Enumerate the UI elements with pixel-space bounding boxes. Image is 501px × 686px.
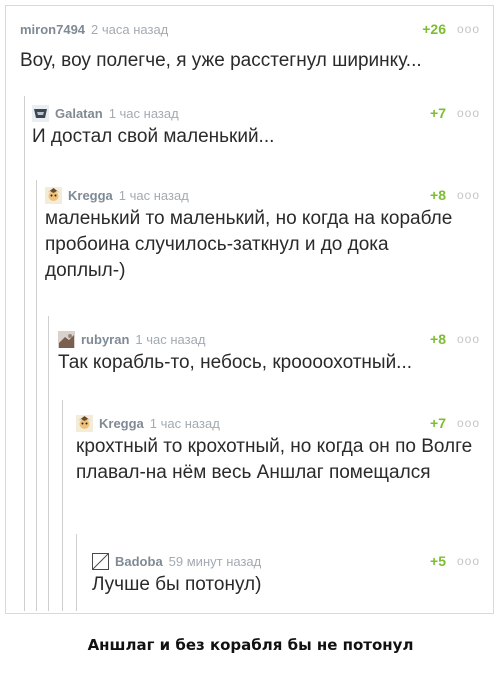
comment-menu-icon[interactable]: ooo <box>457 188 480 202</box>
comment-author[interactable]: Galatan <box>55 106 103 121</box>
comment-text: Так корабль-то, небось, кроооохотный... <box>58 352 413 373</box>
comment-author[interactable]: Kregga <box>99 416 144 431</box>
comment-menu-icon[interactable]: ooo <box>457 22 480 36</box>
comment-menu-icon[interactable]: ooo <box>457 106 480 120</box>
thread-line <box>48 316 49 611</box>
comment-time[interactable]: 1 час назад <box>150 416 220 431</box>
comment-6: Badoba 59 минут назад +5 ooo Лучше бы по… <box>92 550 480 610</box>
comment-score: +7 <box>430 415 446 431</box>
thread-line <box>76 534 77 611</box>
meme-caption: Аншлаг и без корабля бы не потонул <box>87 636 414 654</box>
avatar-kregga[interactable] <box>45 186 62 204</box>
comment-time[interactable]: 1 час назад <box>119 188 189 203</box>
comment-thread-frame: miron7494 2 часа назад +26 ooo Воу, воу … <box>5 5 494 614</box>
comment-time[interactable]: 1 час назад <box>135 332 205 347</box>
comment-2: Galatan 1 час назад +7 ooo И достал свой… <box>32 102 480 162</box>
avatar-kregga[interactable] <box>76 414 93 432</box>
thread-line <box>24 96 25 611</box>
comment-author[interactable]: rubyran <box>81 332 129 347</box>
comment-text: Лучше бы потонул) <box>92 574 262 595</box>
comment-score: +7 <box>430 105 446 121</box>
comment-score: +8 <box>430 331 446 347</box>
comment-time[interactable]: 1 час назад <box>109 106 179 121</box>
avatar-badoba[interactable] <box>92 552 109 570</box>
comment-text: крохтный то крохотный, но когда он по Во… <box>76 436 473 483</box>
comment-time[interactable]: 59 минут назад <box>169 554 262 569</box>
comment-score: +26 <box>422 21 446 37</box>
comment-text: Воу, воу полегче, я уже расстегнул ширин… <box>20 50 422 71</box>
comment-4: rubyran 1 час назад +8 ooo Так корабль-т… <box>58 328 480 388</box>
thread-line <box>62 400 63 611</box>
comment-score: +5 <box>430 553 446 569</box>
avatar-rubyran[interactable] <box>58 330 75 348</box>
comment-menu-icon[interactable]: ooo <box>457 554 480 568</box>
comment-menu-icon[interactable]: ooo <box>457 332 480 346</box>
comment-time[interactable]: 2 часа назад <box>91 22 168 37</box>
thread-line <box>36 180 37 611</box>
comment-score: +8 <box>430 187 446 203</box>
comment-text: И достал свой маленький... <box>32 126 275 147</box>
comment-5: Kregga 1 час назад +7 ooo крохтный то кр… <box>76 412 480 532</box>
avatar-galatan[interactable] <box>32 104 49 122</box>
comment-menu-icon[interactable]: ooo <box>457 416 480 430</box>
comment-text: маленький то маленький, но когда на кора… <box>45 208 453 281</box>
comment-3: Kregga 1 час назад +8 ooo маленький то м… <box>45 184 480 304</box>
comment-author[interactable]: Badoba <box>115 554 163 569</box>
comment-1: miron7494 2 часа назад +26 ooo Воу, воу … <box>20 16 480 86</box>
comment-author[interactable]: Kregga <box>68 188 113 203</box>
comment-author[interactable]: miron7494 <box>20 22 85 37</box>
